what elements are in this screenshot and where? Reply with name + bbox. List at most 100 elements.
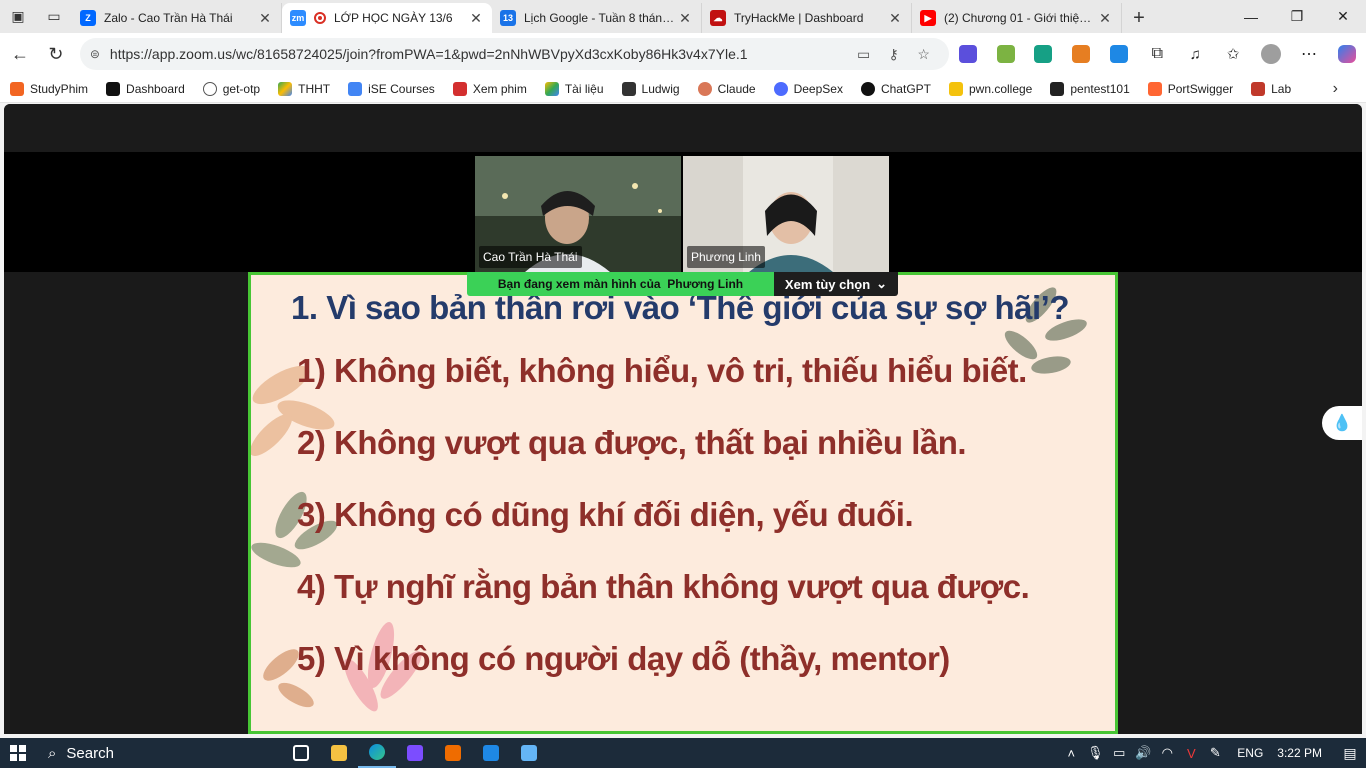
vivaldi-icon[interactable]: V xyxy=(1179,746,1203,761)
share-banner-text: Bạn đang xem màn hình của xyxy=(497,277,661,291)
restore-icon[interactable]: ❐ xyxy=(1274,0,1320,33)
pen-icon[interactable]: ✎ xyxy=(1203,745,1227,761)
bookmark-claude[interactable]: Claude xyxy=(697,81,756,96)
task-view-icon[interactable] xyxy=(282,738,320,768)
zalo-icon: Z xyxy=(80,10,96,26)
volume-icon[interactable]: 🔊 xyxy=(1131,745,1155,761)
bookmark-pentest101[interactable]: pentest101 xyxy=(1050,81,1130,96)
taskbar-search[interactable]: ⌕ Search xyxy=(36,738,282,768)
video-tile-cao-tran-ha-thai[interactable]: Cao Trần Hà Thái xyxy=(475,156,681,272)
bookmark-portswigger[interactable]: PortSwigger xyxy=(1147,81,1233,96)
studyphim-icon xyxy=(10,81,24,96)
notifications-icon[interactable]: ▤ xyxy=(1334,745,1366,762)
close-tab-icon[interactable]: ✕ xyxy=(677,10,693,27)
video-tile-phuong-linh[interactable]: Phương Linh xyxy=(683,156,889,272)
zoom-meeting: Cao Trần Hà Thái Phương Linh 1. Vì sao b… xyxy=(4,104,1362,734)
extension-4-icon[interactable] xyxy=(1062,38,1100,70)
media-icon[interactable]: ♫ xyxy=(1176,38,1214,70)
site-info-icon[interactable]: ⊜ xyxy=(90,47,110,61)
notepad-icon[interactable] xyxy=(510,738,548,768)
close-tab-icon[interactable]: ✕ xyxy=(257,10,273,27)
taskbar: ⌕ Search ˄ 🎙 ▭ 🔊 ◠ V ✎ ENG 3:22 PM ▤ xyxy=(0,738,1366,768)
navigation-bar: ← ↻ ⊜ https://app.zoom.us/wc/81658724025… xyxy=(0,33,1366,75)
new-tab-button[interactable]: + xyxy=(1122,3,1156,33)
vscode-icon[interactable] xyxy=(472,738,510,768)
view-options-button[interactable]: Xem tùy chọn ⌄ xyxy=(774,272,898,296)
bookmark-thht[interactable]: THHT xyxy=(278,81,330,96)
address-bar[interactable]: ⊜ https://app.zoom.us/wc/81658724025/joi… xyxy=(79,38,949,70)
bookmark-chatgpt[interactable]: ChatGPT xyxy=(860,81,931,96)
chevron-up-icon[interactable]: ˄ xyxy=(1059,746,1083,761)
input-language[interactable]: ENG xyxy=(1237,746,1263,760)
bookmark-pwn-college[interactable]: pwn.college xyxy=(948,81,1032,96)
reload-icon[interactable]: ↻ xyxy=(38,36,74,72)
bookmark-xem-phim[interactable]: Xem phim xyxy=(452,81,527,96)
view-options-label: Xem tùy chọn xyxy=(784,276,871,292)
bookmarks-bar: StudyPhim Dashboard get-otp THHT iSE Cou… xyxy=(0,75,1366,103)
bookmark-lab[interactable]: Lab xyxy=(1251,81,1291,96)
pentest-icon xyxy=(1050,81,1065,96)
tryhackme-icon: ☁ xyxy=(710,10,726,26)
tab-zalo[interactable]: Z Zalo - Cao Trần Hà Thái ✕ xyxy=(72,3,282,33)
workspaces-icon[interactable]: ▣ xyxy=(0,0,36,33)
copilot-icon[interactable] xyxy=(1328,38,1366,70)
screen-share-banner: Bạn đang xem màn hình của Phương Linh xyxy=(467,272,774,296)
battery-icon[interactable]: ▭ xyxy=(1107,745,1131,761)
tab-strip: ▣ ▭ Z Zalo - Cao Trần Hà Thái ✕ zm LỚP H… xyxy=(0,0,1366,33)
extension-5-icon[interactable] xyxy=(1100,38,1138,70)
vertical-tabs-icon[interactable]: ▭ xyxy=(36,0,72,33)
file-explorer-icon[interactable] xyxy=(320,738,358,768)
windows-start-icon[interactable] xyxy=(0,738,36,768)
app-orange-icon[interactable] xyxy=(434,738,472,768)
close-window-icon[interactable]: ✕ xyxy=(1320,0,1366,33)
close-tab-icon[interactable]: ✕ xyxy=(468,10,484,27)
chevron-right-icon[interactable]: › xyxy=(1333,80,1338,98)
edge-icon[interactable] xyxy=(358,738,396,768)
close-tab-icon[interactable]: ✕ xyxy=(887,10,903,27)
wifi-icon[interactable]: ◠ xyxy=(1155,745,1179,761)
favorites-icon[interactable]: ✩ xyxy=(1214,38,1252,70)
bookmark-studyphim[interactable]: StudyPhim xyxy=(10,81,88,96)
tab-title: LỚP HỌC NGÀY 13/6 xyxy=(334,11,453,25)
microphone-icon[interactable]: 🎙 xyxy=(1083,745,1107,761)
windows-logo xyxy=(10,745,26,761)
back-icon[interactable]: ← xyxy=(2,36,38,72)
bookmark-ise-courses[interactable]: iSE Courses xyxy=(348,81,435,96)
extension-3-icon[interactable] xyxy=(1025,38,1063,70)
profile-avatar-icon[interactable] xyxy=(1252,38,1290,70)
zoom-top-bar xyxy=(4,104,1362,152)
globe-icon xyxy=(202,81,217,96)
obsidian-icon[interactable] xyxy=(396,738,434,768)
dashboard-icon xyxy=(106,81,121,96)
youtube-icon: ▶ xyxy=(920,10,936,26)
extension-2-icon[interactable] xyxy=(987,38,1025,70)
clock[interactable]: 3:22 PM xyxy=(1277,746,1322,760)
slide-item: 1) Không biết, không hiểu, vô tri, thiếu… xyxy=(297,352,1027,389)
xp-icon xyxy=(452,81,467,96)
extensions-puzzle-icon[interactable]: ⧉ xyxy=(1138,38,1176,70)
close-tab-icon[interactable]: ✕ xyxy=(1097,10,1113,27)
bookmark-deepsex[interactable]: DeepSex xyxy=(773,81,843,96)
tab-zoom-class[interactable]: zm LỚP HỌC NGÀY 13/6 ✕ xyxy=(282,3,492,33)
participant-name: Cao Trần Hà Thái xyxy=(479,246,582,268)
google-drive-icon xyxy=(544,81,559,96)
tab-google-calendar[interactable]: 13 Lịch Google - Tuần 8 tháng 6 ✕ xyxy=(492,3,702,33)
search-icon: ⌕ xyxy=(48,744,57,762)
extension-1-icon[interactable] xyxy=(949,38,987,70)
more-menu-icon[interactable]: ⋯ xyxy=(1290,38,1328,70)
tab-tryhackme[interactable]: ☁ TryHackMe | Dashboard ✕ xyxy=(702,3,912,33)
tab-title: (2) Chương 01 - Giới thiệu, B xyxy=(944,11,1097,25)
url-text[interactable]: https://app.zoom.us/wc/81658724025/join?… xyxy=(110,46,849,62)
bookmark-get-otp[interactable]: get-otp xyxy=(202,81,260,96)
bookmark-tai-lieu[interactable]: Tài liệu xyxy=(544,81,604,96)
password-key-icon[interactable]: ⚷ xyxy=(879,46,909,63)
slide-item: 4) Tự nghĩ rằng bản thân không vượt qua … xyxy=(297,568,1030,605)
bookmark-dashboard[interactable]: Dashboard xyxy=(106,81,185,96)
camera-icon[interactable]: ▭ xyxy=(849,46,879,63)
google-calendar-icon: 13 xyxy=(500,10,516,26)
favorite-star-icon[interactable]: ☆ xyxy=(909,46,939,63)
bookmark-ludwig[interactable]: Ludwig xyxy=(621,81,680,96)
minimize-icon[interactable]: — xyxy=(1228,0,1274,33)
tab-youtube[interactable]: ▶ (2) Chương 01 - Giới thiệu, B ✕ xyxy=(912,3,1122,33)
sidebar-assistant-button[interactable]: 💧 xyxy=(1322,406,1362,440)
